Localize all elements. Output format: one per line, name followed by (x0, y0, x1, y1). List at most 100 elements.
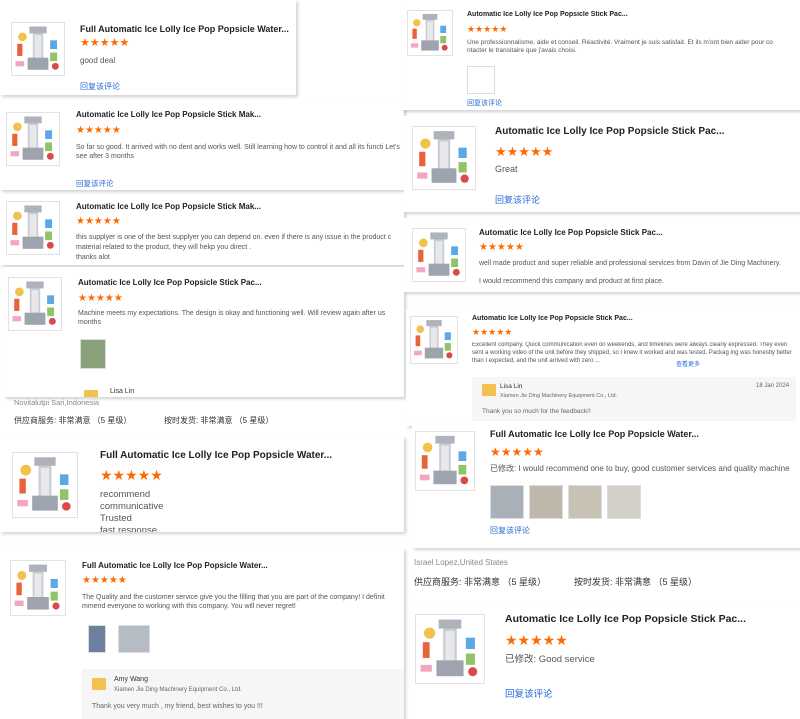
review-photo[interactable] (490, 485, 524, 519)
product-title[interactable]: Full Automatic Ice Lolly Ice Pop Popsicl… (490, 429, 720, 439)
reply-link[interactable]: 回复该评论 (467, 98, 502, 108)
star-rating: ★★★★★ (490, 445, 544, 459)
review-card: Automatic Ice Lolly Ice Pop Popsicle Sti… (404, 218, 800, 292)
review-text-line: I would recommend this company and produ… (479, 278, 664, 285)
product-image (7, 202, 59, 254)
review-card: Full Automatic Ice Lolly Ice Pop Popsicl… (0, 436, 404, 532)
supplier-service-rating: 供应商服务: 非常满意 （5 星级） (414, 577, 547, 587)
product-title[interactable]: Full Automatic Ice Lolly Ice Pop Popsicl… (100, 450, 360, 461)
review-photo[interactable] (467, 66, 495, 94)
review-text: The Quality and the customer service giv… (82, 594, 385, 611)
review-text: Machine meets my expectations. The desig… (78, 310, 386, 327)
product-thumbnail[interactable] (410, 316, 458, 364)
reviewer-name: Israel Lopez,United States (414, 558, 508, 567)
supplier-logo-icon (84, 389, 98, 397)
star-rating: ★★★★★ (100, 467, 163, 483)
product-image (408, 11, 452, 55)
review-photo[interactable] (607, 485, 641, 519)
review-card: Automatic Ice Lolly Ice Pop Popsicle Sti… (4, 267, 404, 397)
review-card: Full Automatic Ice Lolly Ice Pop Popsicl… (0, 548, 404, 719)
reply-link[interactable]: 回复该评论 (505, 686, 553, 700)
product-title[interactable]: Automatic Ice Lolly Ice Pop Popsicle Sti… (495, 126, 745, 137)
reply-date: 18 Jan 2024 (756, 383, 790, 389)
star-rating: ★★★★★ (82, 575, 127, 586)
product-image (12, 23, 64, 75)
star-rating: ★★★★★ (467, 24, 508, 34)
on-time-rating: 按时发货: 非常满意 （5 星级） (574, 577, 698, 587)
star-rating: ★★★★★ (479, 242, 524, 253)
product-thumbnail[interactable] (415, 431, 475, 491)
review-photo[interactable] (80, 339, 106, 369)
review-text: So far so good. It arrived with no dent … (76, 144, 400, 161)
review-photo[interactable] (88, 625, 106, 653)
product-thumbnail[interactable] (10, 560, 66, 616)
review-text-line: communicative (100, 501, 164, 512)
review-card: Full Automatic Ice Lolly Ice Pop Popsicl… (0, 0, 296, 95)
supplier-logo-icon (482, 383, 496, 396)
reply-link[interactable]: 回复该评论 (80, 81, 120, 92)
reply-text: Thank you very much , my friend, best wi… (92, 703, 263, 710)
review-card: Automatic Ice Lolly Ice Pop Popsicle Sti… (410, 602, 800, 719)
reply-name: Amy Wang (114, 676, 148, 683)
see-more-link[interactable]: 查看更多 (676, 359, 700, 368)
review-card: Automatic Ice Lolly Ice Pop Popsicle Sti… (0, 100, 404, 190)
review-photo[interactable] (118, 625, 150, 653)
supplier-reply: Amy Wang Xiamen Jie Ding Machinery Equip… (82, 669, 404, 719)
product-thumbnail[interactable] (8, 277, 62, 331)
product-image (7, 113, 59, 165)
review-text-line: this supplyer is one of the best supplye… (76, 234, 392, 241)
reply-company: Xiamen Jie Ding Machinery Equipment Co.,… (114, 687, 242, 693)
product-title[interactable]: Automatic Ice Lolly Ice Pop Popsicle Sti… (78, 278, 268, 287)
review-text-line: well made product and super reliable and… (479, 260, 781, 267)
reply-name: Lisa Lin (500, 383, 523, 390)
review-photo[interactable] (529, 485, 563, 519)
product-image (413, 229, 465, 281)
supplier-service-rating: 供应商服务: 非常满意 （5 星级） (14, 416, 132, 425)
product-thumbnail[interactable] (12, 452, 78, 518)
review-card: Full Automatic Ice Lolly Ice Pop Popsicl… (412, 424, 800, 548)
product-thumbnail[interactable] (415, 614, 485, 684)
product-title[interactable]: Automatic Ice Lolly Ice Pop Popsicle Sti… (76, 202, 266, 211)
review-card: Automatic Ice Lolly Ice Pop Popsicle Sti… (401, 0, 800, 110)
review-text-line: material related to the product, they wi… (76, 244, 252, 251)
product-title[interactable]: Full Automatic Ice Lolly Ice Pop Popsicl… (82, 561, 282, 570)
review-card: Automatic Ice Lolly Ice Pop Popsicle Sti… (0, 195, 404, 265)
review-text: 已修改: Good service (505, 654, 595, 665)
product-thumbnail[interactable] (412, 228, 466, 282)
product-thumbnail[interactable] (407, 10, 453, 56)
product-title[interactable]: Automatic Ice Lolly Ice Pop Popsicle Sti… (479, 228, 679, 237)
review-text: Great (495, 164, 518, 174)
reply-text: Thank you so much for the feedback!! (482, 408, 591, 415)
product-image (411, 317, 457, 363)
reply-company: Xiamen Jie Ding Machinery Equipment Co.,… (500, 393, 618, 399)
review-text: Une professionnalisme, aide et conseil. … (467, 39, 773, 55)
star-rating: ★★★★★ (505, 632, 568, 648)
reply-link[interactable]: 回复该评论 (76, 178, 114, 189)
product-thumbnail[interactable] (412, 126, 476, 190)
review-card: Automatic Ice Lolly Ice Pop Popsicle Sti… (406, 310, 800, 426)
review-text-line: recommend (100, 489, 151, 500)
product-image (9, 278, 61, 330)
review-photo[interactable] (568, 485, 602, 519)
review-text: Excellent company. Quick communication e… (472, 342, 792, 364)
product-title[interactable]: Automatic Ice Lolly Ice Pop Popsicle Sti… (76, 110, 266, 119)
supplier-logo-icon (92, 677, 106, 690)
product-image (413, 127, 475, 189)
reply-link[interactable]: 回复该评论 (495, 193, 540, 206)
product-title[interactable]: Full Automatic Ice Lolly Ice Pop Popsicl… (80, 24, 290, 34)
reply-name: Lisa Lin (110, 388, 135, 395)
reviewer-name: Novitalutpi Sari,Indonesia (14, 398, 100, 407)
product-thumbnail[interactable] (6, 201, 60, 255)
product-title[interactable]: Automatic Ice Lolly Ice Pop Popsicle Sti… (467, 11, 647, 18)
product-image (11, 561, 65, 615)
reply-link[interactable]: 回复该评论 (490, 525, 530, 536)
review-text-line: thanks alot (76, 254, 110, 261)
star-rating: ★★★★★ (472, 327, 513, 337)
star-rating: ★★★★★ (495, 144, 554, 159)
product-image (416, 615, 484, 683)
product-thumbnail[interactable] (11, 22, 65, 76)
product-thumbnail[interactable] (6, 112, 60, 166)
product-title[interactable]: Automatic Ice Lolly Ice Pop Popsicle Sti… (505, 613, 775, 625)
product-image (416, 432, 474, 490)
product-title[interactable]: Automatic Ice Lolly Ice Pop Popsicle Sti… (472, 315, 652, 322)
